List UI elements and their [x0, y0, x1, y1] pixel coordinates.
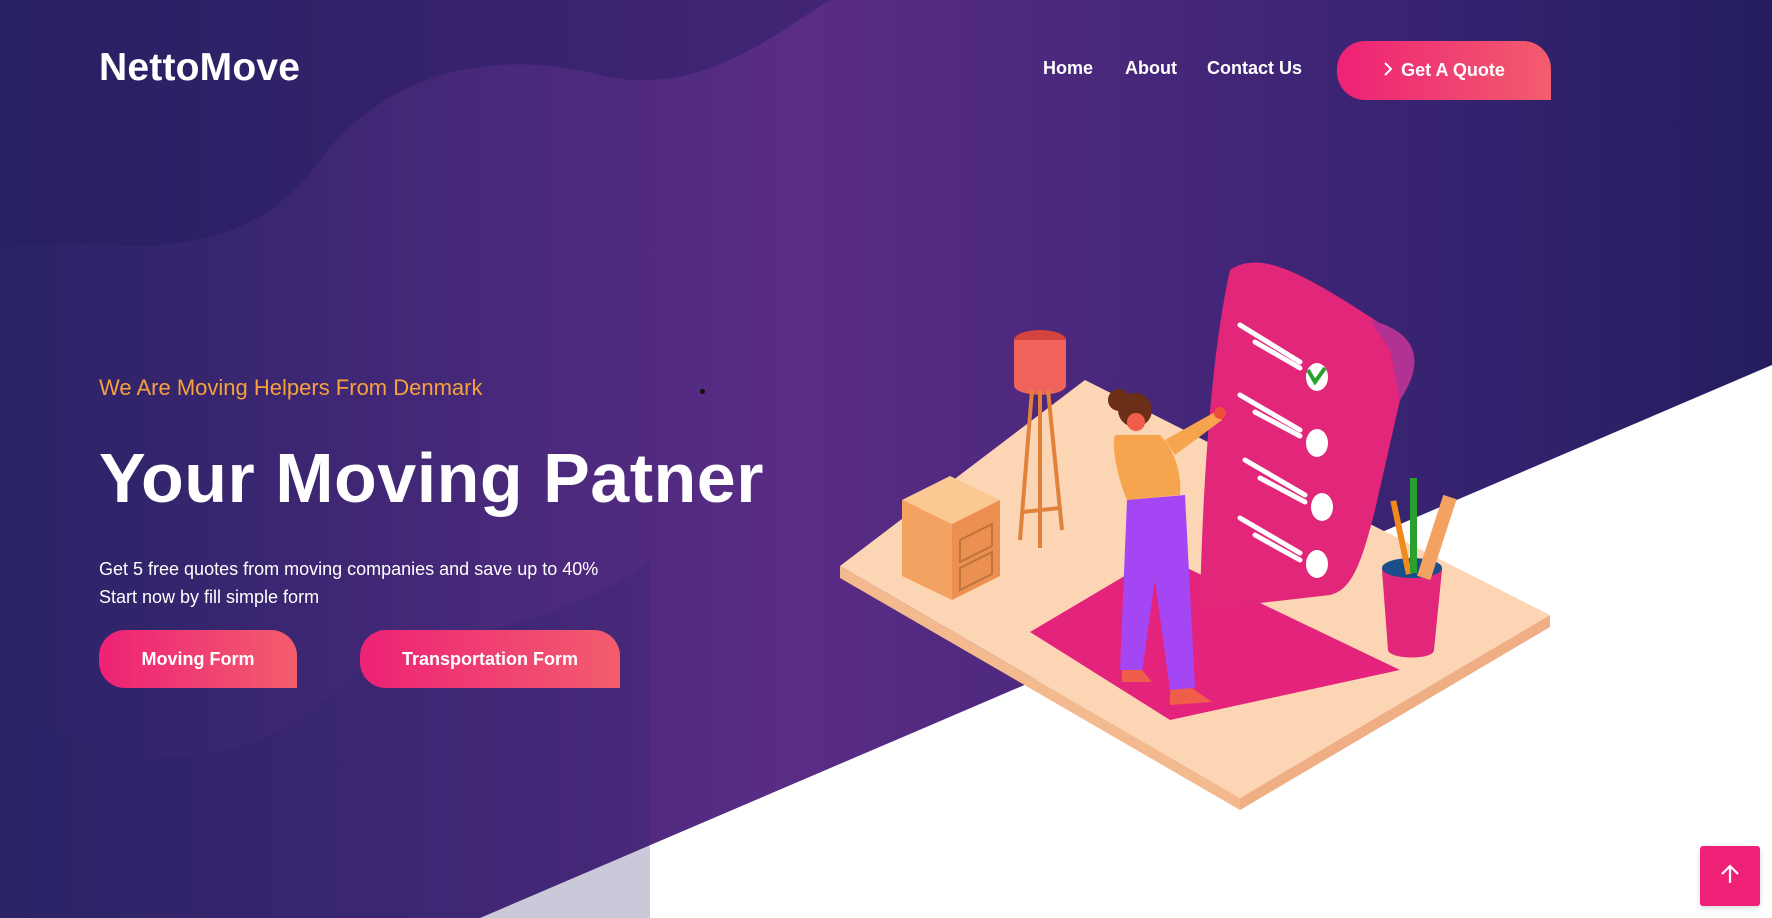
nav-item-home[interactable]: Home	[1043, 58, 1093, 79]
get-a-quote-label: Get A Quote	[1401, 60, 1505, 80]
arrow-up-icon	[1719, 863, 1741, 890]
hero-description: Get 5 free quotes from moving companies …	[99, 555, 598, 611]
brand-logo[interactable]: NettoMove	[99, 46, 300, 90]
nav-item-about[interactable]: About	[1125, 58, 1177, 79]
hero-tagline: We Are Moving Helpers From Denmark	[99, 375, 483, 400]
get-a-quote-button[interactable]: Get A Quote	[1337, 41, 1551, 100]
decorative-dot	[700, 389, 705, 394]
hero-headline: Your Moving Patner	[99, 439, 764, 517]
hero-description-line: Get 5 free quotes from moving companies …	[99, 559, 599, 579]
back-to-top-button[interactable]	[1700, 846, 1760, 906]
chevron-right-icon	[1383, 61, 1393, 80]
nav-item-contact-us[interactable]: Contact Us	[1207, 58, 1302, 79]
checklist-illustration	[840, 262, 1550, 810]
top-navbar: NettoMove Home About Contact Us Get A Qu…	[0, 0, 1772, 140]
moving-form-button[interactable]: Moving Form	[99, 630, 297, 688]
transportation-form-button[interactable]: Transportation Form	[360, 630, 620, 688]
hero-description-line: Start now by fill simple form	[99, 587, 320, 607]
